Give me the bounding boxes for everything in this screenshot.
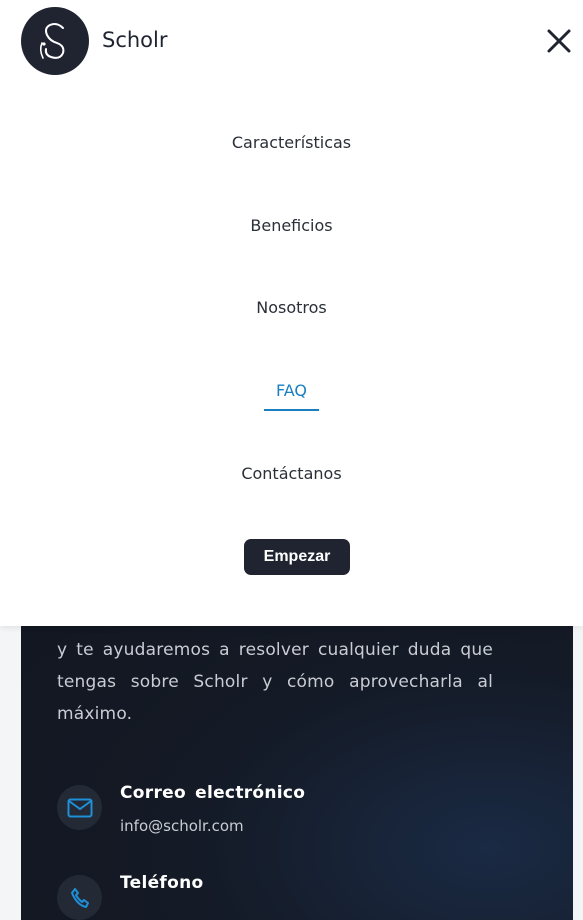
mobile-menu: Scholr Características Beneficios Nosotr… <box>0 0 583 626</box>
scholr-logo-icon[interactable] <box>21 7 89 75</box>
start-button[interactable]: Empezar <box>244 539 350 575</box>
email-value[interactable]: info@scholr.com <box>120 815 305 837</box>
contact-phone: Teléfono <box>57 872 203 920</box>
close-icon <box>547 29 571 53</box>
email-title: Correo electrónico <box>120 783 306 803</box>
phone-icon <box>57 875 102 920</box>
mail-icon <box>57 785 102 830</box>
brand-name[interactable]: Scholr <box>102 27 168 53</box>
close-menu-button[interactable] <box>540 22 578 60</box>
nav-item-label: Características <box>231 133 352 152</box>
nav-item-label: Beneficios <box>250 216 333 235</box>
nav-item-nosotros[interactable]: Nosotros <box>0 297 583 326</box>
nav-item-label: Nosotros <box>256 298 327 317</box>
contact-paragraph: y te ayudaremos a resolver cualquier dud… <box>57 640 493 724</box>
nav-item-faq[interactable]: FAQ <box>0 380 583 411</box>
nav-item-caracteristicas[interactable]: Características <box>0 132 583 161</box>
phone-title: Teléfono <box>120 873 204 893</box>
nav-item-label: FAQ <box>264 380 319 411</box>
nav-item-label: Contáctanos <box>241 464 342 483</box>
nav-item-beneficios[interactable]: Beneficios <box>0 215 583 244</box>
nav-item-contactanos[interactable]: Contáctanos <box>0 463 583 492</box>
contact-email: Correo electrónico info@scholr.com <box>57 782 305 837</box>
